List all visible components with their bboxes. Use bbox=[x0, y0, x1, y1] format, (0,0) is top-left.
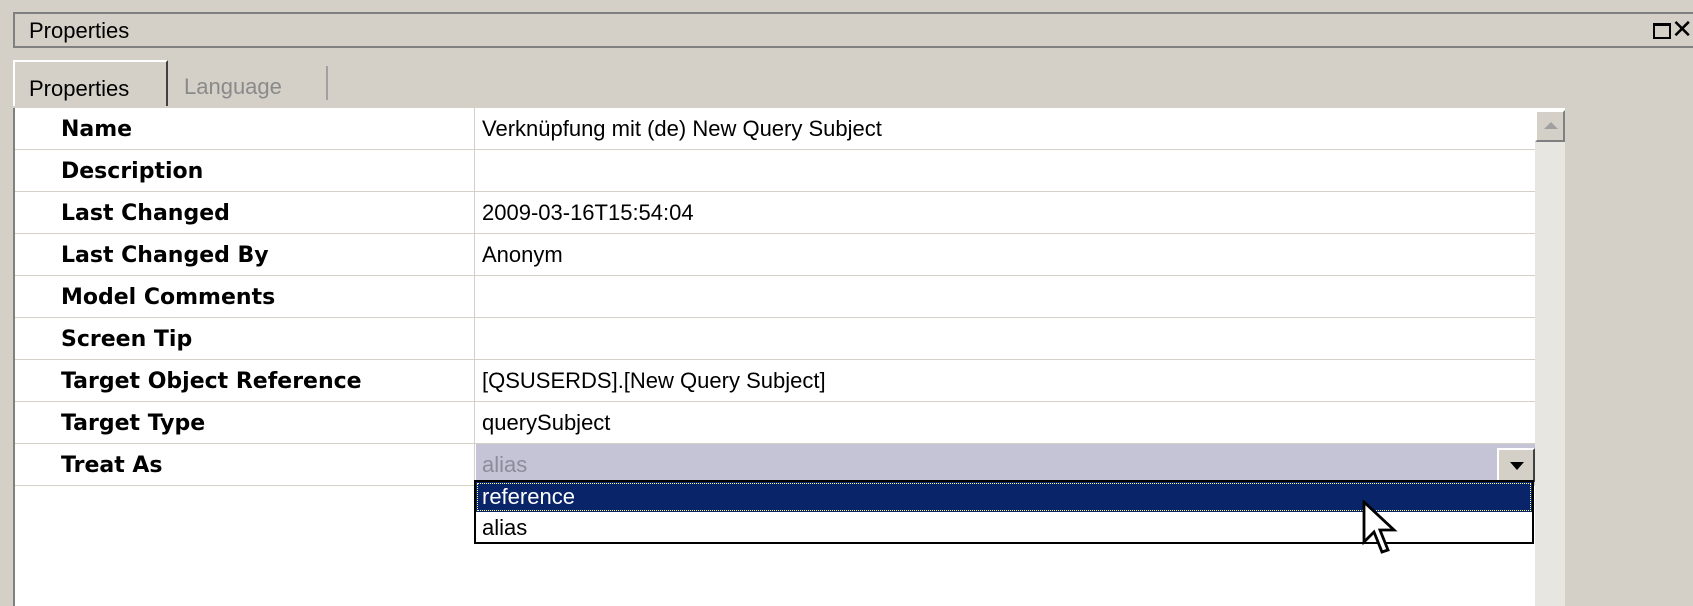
property-value[interactable]: Verknüpfung mit (de) New Query Subject bbox=[476, 108, 1537, 149]
property-label: Model Comments bbox=[15, 276, 475, 317]
property-row-target-object-reference[interactable]: Target Object Reference [QSUSERDS].[New … bbox=[15, 360, 1537, 402]
maximize-icon[interactable] bbox=[1653, 23, 1671, 39]
property-label: Target Type bbox=[15, 402, 475, 443]
property-label: Screen Tip bbox=[15, 318, 475, 359]
dropdown-button[interactable] bbox=[1497, 448, 1535, 482]
scroll-up-button[interactable] bbox=[1535, 110, 1565, 142]
property-row-model-comments[interactable]: Model Comments bbox=[15, 276, 1537, 318]
property-row-description[interactable]: Description bbox=[15, 150, 1537, 192]
property-row-last-changed-by[interactable]: Last Changed By Anonym bbox=[15, 234, 1537, 276]
treat-as-selected-value: alias bbox=[482, 452, 528, 477]
property-label: Description bbox=[15, 150, 475, 191]
scroll-up-arrow-icon bbox=[1544, 122, 1558, 129]
property-value[interactable] bbox=[476, 318, 1537, 359]
property-value[interactable]: [QSUSERDS].[New Query Subject] bbox=[476, 360, 1537, 401]
chevron-down-icon bbox=[1510, 462, 1524, 470]
property-value[interactable] bbox=[476, 276, 1537, 317]
properties-panel: Properties ✕ Properties Language Name Ve… bbox=[0, 0, 1693, 606]
property-label: Name bbox=[15, 108, 475, 149]
mouse-pointer-icon bbox=[1362, 500, 1398, 554]
close-icon[interactable]: ✕ bbox=[1671, 16, 1693, 42]
treat-as-select[interactable]: alias bbox=[476, 444, 1537, 485]
tab-properties[interactable]: Properties bbox=[13, 60, 168, 106]
property-row-name[interactable]: Name Verknüpfung mit (de) New Query Subj… bbox=[15, 108, 1537, 150]
tab-language[interactable]: Language bbox=[170, 60, 328, 106]
panel-edge bbox=[1565, 108, 1693, 606]
property-row-screen-tip[interactable]: Screen Tip bbox=[15, 318, 1537, 360]
panel-title: Properties bbox=[29, 18, 130, 43]
property-value[interactable]: 2009-03-16T15:54:04 bbox=[476, 192, 1537, 233]
property-label: Last Changed By bbox=[15, 234, 475, 275]
property-value[interactable] bbox=[476, 150, 1537, 191]
property-label: Last Changed bbox=[15, 192, 475, 233]
vertical-scrollbar[interactable] bbox=[1535, 110, 1565, 606]
property-label: Target Object Reference bbox=[15, 360, 475, 401]
property-row-target-type[interactable]: Target Type querySubject bbox=[15, 402, 1537, 444]
tab-separator bbox=[326, 66, 328, 100]
property-row-last-changed[interactable]: Last Changed 2009-03-16T15:54:04 bbox=[15, 192, 1537, 234]
property-value[interactable]: Anonym bbox=[476, 234, 1537, 275]
property-value[interactable]: querySubject bbox=[476, 402, 1537, 443]
tab-strip: Properties Language bbox=[13, 54, 1693, 106]
tab-language-label: Language bbox=[184, 74, 282, 99]
property-label: Treat As bbox=[15, 444, 475, 485]
panel-title-bar: Properties ✕ bbox=[13, 12, 1693, 48]
